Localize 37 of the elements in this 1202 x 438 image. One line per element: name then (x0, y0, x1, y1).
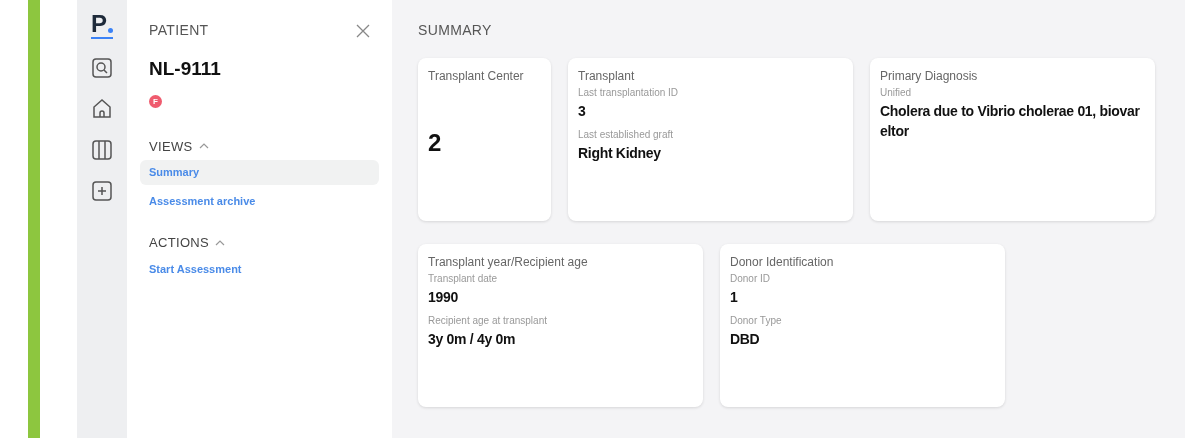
field-value: 3y 0m / 4y 0m (428, 330, 517, 349)
field-label: Last established graft (578, 128, 675, 142)
field-value: Cholera due to Vibrio cholerae 01, biovar eltor (880, 102, 1141, 141)
field-label: Last transplantation ID (578, 86, 680, 100)
section-heading: VIEWS (149, 137, 193, 156)
section-heading: ACTIONS (149, 234, 210, 252)
field-value: 1 (730, 288, 739, 307)
field-label: Unified (880, 86, 913, 100)
card-value: 2 (428, 128, 443, 158)
patient-id: NL-9111 (149, 57, 222, 81)
card-title: Transplant year/Recipient age (428, 254, 589, 271)
field-value: 1990 (428, 288, 459, 307)
card-title: Primary Diagnosis (880, 68, 979, 85)
search-icon[interactable] (90, 56, 114, 80)
logo: P (91, 12, 113, 39)
card-title: Transplant Center (428, 68, 525, 85)
field-label: Donor Type (730, 314, 783, 328)
card-title: Donor Identification (730, 254, 835, 271)
columns-icon[interactable] (90, 138, 114, 162)
add-icon[interactable] (90, 179, 114, 203)
sex-badge: F (149, 95, 162, 108)
field-label: Donor ID (730, 272, 771, 286)
chevron-up-icon[interactable] (215, 239, 226, 246)
nav-item[interactable]: Start Assessment (140, 256, 379, 281)
panel-title: PATIENT (149, 21, 209, 40)
card-title: Transplant (578, 68, 636, 85)
page-title: SUMMARY (418, 21, 493, 40)
field-value: DBD (730, 330, 761, 349)
field-label: Recipient age at transplant (428, 314, 548, 328)
field-value: 3 (578, 102, 587, 121)
nav-item[interactable]: Assessment archive (140, 188, 379, 213)
chevron-up-icon[interactable] (198, 143, 209, 150)
field-value: Right Kidney (578, 144, 662, 163)
nav-item[interactable]: Summary (140, 160, 379, 185)
close-icon[interactable] (356, 23, 370, 38)
field-label: Transplant date (428, 272, 499, 286)
home-icon[interactable] (90, 97, 114, 121)
